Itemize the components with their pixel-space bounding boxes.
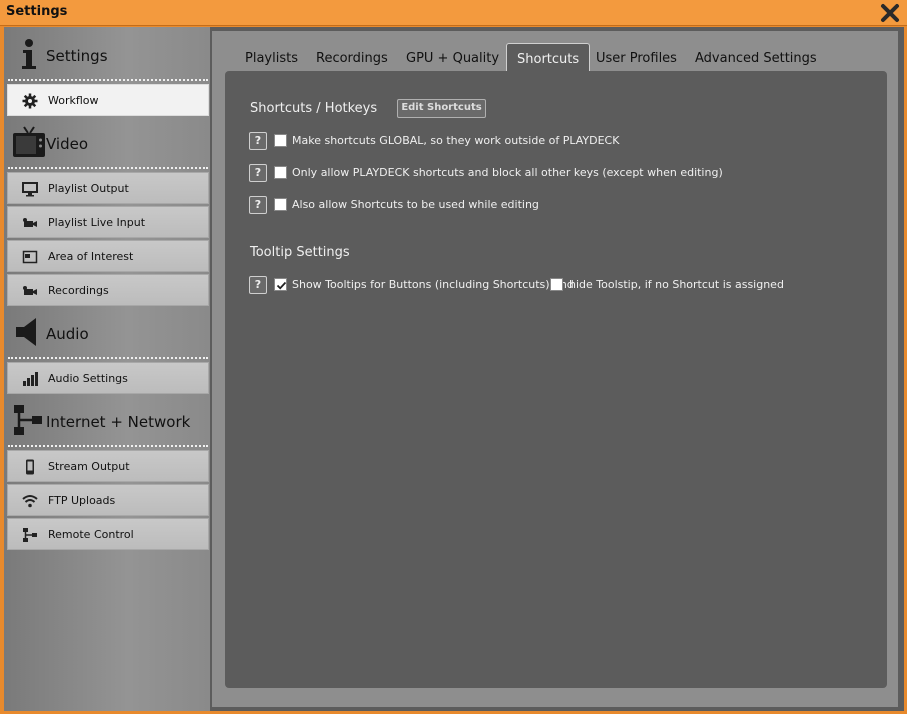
info-icon [12,37,46,71]
sidebar-item-remote-control[interactable]: Remote Control [7,518,209,550]
sidebar-item-stream-output[interactable]: Stream Output [7,450,209,482]
sidebar-item-playlist-live-input[interactable]: Playlist Live Input [7,206,209,238]
gear-icon [22,93,38,109]
section-video: Video [4,117,210,169]
global-shortcuts-checkbox[interactable] [274,134,287,147]
bars-icon [22,371,38,387]
help-button[interactable]: ? [249,276,267,294]
section-divider [8,445,208,447]
tab-gpu-quality[interactable]: GPU + Quality [396,45,509,71]
tab-user-profiles[interactable]: User Profiles [586,45,687,71]
close-icon[interactable] [879,2,901,24]
show-tooltips-label: Show Tooltips for Buttons (including Sho… [292,278,574,291]
tv-icon [12,125,46,159]
block-keys-checkbox[interactable] [274,166,287,179]
section-divider [8,167,208,169]
section-label: Audio [46,325,89,343]
sidebar-item-audio-settings[interactable]: Audio Settings [7,362,209,394]
help-button[interactable]: ? [249,164,267,182]
monitor-icon [22,181,38,197]
sidebar-item-label: Audio Settings [48,372,128,385]
sidebar-item-recordings[interactable]: Recordings [7,274,209,306]
tab-recordings[interactable]: Recordings [306,45,398,71]
sidebar-item-playlist-output[interactable]: Playlist Output [7,172,209,204]
frame-icon [22,249,38,265]
editing-shortcuts-label: Also allow Shortcuts to be used while ed… [292,198,539,211]
tab-playlists[interactable]: Playlists [235,45,308,71]
section-divider [8,79,208,81]
section-label: Video [46,135,89,153]
edit-shortcuts-button[interactable]: Edit Shortcuts [397,99,486,118]
shortcuts-heading: Shortcuts / Hotkeys [250,101,378,116]
shortcuts-content: Shortcuts / Hotkeys Edit Shortcuts ? Mak… [225,71,887,688]
sidebar-item-label: Workflow [48,94,99,107]
speaker-icon [12,315,46,349]
section-label: Settings [46,47,108,65]
camera-icon [22,283,38,299]
tooltip-heading: Tooltip Settings [250,245,350,260]
sidebar-item-label: Recordings [48,284,109,297]
window-title: Settings [6,4,68,19]
phone-icon [22,459,38,475]
hide-tooltip-checkbox[interactable] [550,278,563,291]
tab-bar: Playlists Recordings GPU + Quality Short… [212,43,898,73]
main-panel: Playlists Recordings GPU + Quality Short… [212,31,898,707]
hide-tooltip-label: hide Toolstip, if no Shortcut is assigne… [569,278,784,291]
network-icon [22,527,38,543]
show-tooltips-checkbox[interactable] [274,278,287,291]
section-settings: Settings [4,29,210,81]
sidebar-item-label: Remote Control [48,528,134,541]
sidebar-item-workflow[interactable]: Workflow [7,84,209,116]
settings-window: Settings Workflow Video Playlist Output … [4,27,904,711]
checkmark-icon [276,281,287,290]
help-button[interactable]: ? [249,196,267,214]
section-audio: Audio [4,307,210,359]
sidebar-item-area-of-interest[interactable]: Area of Interest [7,240,209,272]
editing-shortcuts-checkbox[interactable] [274,198,287,211]
network-icon [12,403,46,437]
wifi-icon [22,493,38,509]
section-divider [8,357,208,359]
sidebar-item-ftp-uploads[interactable]: FTP Uploads [7,484,209,516]
tab-advanced-settings[interactable]: Advanced Settings [685,45,827,71]
sidebar-item-label: Stream Output [48,460,130,473]
section-label: Internet + Network [46,413,191,431]
sidebar: Settings Workflow Video Playlist Output … [4,27,210,711]
sidebar-item-label: FTP Uploads [48,494,116,507]
sidebar-item-label: Playlist Live Input [48,216,146,229]
camera-icon [22,215,38,231]
section-internet-network: Internet + Network [4,395,210,447]
block-keys-label: Only allow PLAYDECK shortcuts and block … [292,166,723,179]
help-button[interactable]: ? [249,132,267,150]
title-bar: Settings [0,0,907,26]
sidebar-item-label: Area of Interest [48,250,134,263]
tab-shortcuts[interactable]: Shortcuts [506,43,591,73]
sidebar-item-label: Playlist Output [48,182,129,195]
global-shortcuts-label: Make shortcuts GLOBAL, so they work outs… [292,134,620,147]
